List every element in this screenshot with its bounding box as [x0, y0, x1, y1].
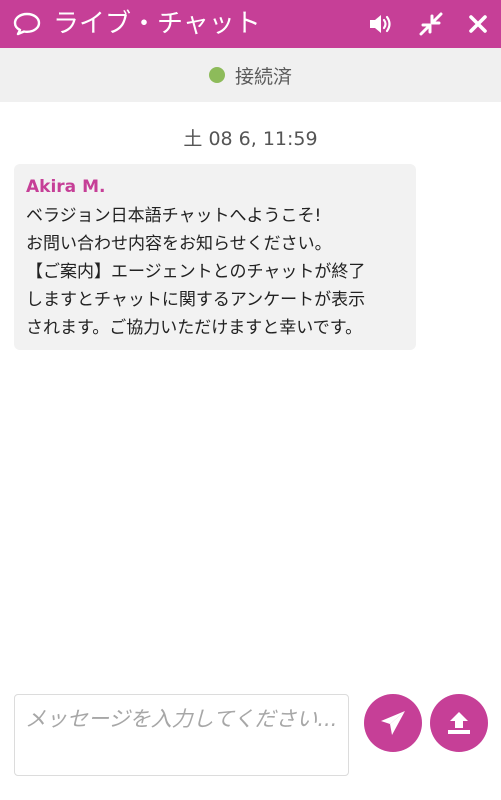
upload-button[interactable] [430, 694, 488, 752]
chat-title: ライブ・チャット [53, 9, 261, 39]
message-line: 【ご案内】エージェントとのチャットが終了 [26, 262, 366, 282]
connection-status-bar: 接続済 [0, 48, 501, 102]
send-button[interactable] [364, 694, 422, 752]
message-line: しますとチャットに関するアンケートが表示 [26, 290, 366, 310]
message-sender: Akira M. [26, 177, 106, 197]
connection-status-text: 接続済 [234, 65, 292, 88]
message-input-box [14, 694, 349, 776]
live-chat-window: ライブ・チャット 接続済 土 08 6, 11:59 Akira M. ベラジョ… [0, 0, 501, 800]
paper-plane-icon [381, 711, 405, 735]
chat-header: ライブ・チャット [0, 0, 501, 48]
sound-toggle-button[interactable] [367, 10, 395, 38]
minimize-arrows-icon [419, 12, 443, 36]
close-button[interactable] [464, 10, 492, 38]
speaker-icon [370, 15, 391, 33]
message-line: お問い合わせ内容をお知らせください。 [26, 234, 332, 254]
message-timestamp: 土 08 6, 11:59 [183, 128, 318, 150]
message-input[interactable] [25, 704, 338, 766]
chat-bubble-icon [13, 12, 41, 36]
status-dot-icon [208, 67, 225, 83]
message-line: されます。ご協力いただけますと幸いです。 [26, 318, 363, 338]
close-icon [469, 15, 487, 33]
minimize-button[interactable] [417, 10, 445, 38]
agent-message-bubble: Akira M. ベラジョン日本語チャットへようこそ! お問い合わせ内容をお知ら… [14, 164, 416, 350]
message-list: 土 08 6, 11:59 Akira M. ベラジョン日本語チャットへようこそ… [0, 102, 501, 682]
message-line: ベラジョン日本語チャットへようこそ! [26, 206, 322, 226]
upload-icon [448, 712, 470, 734]
